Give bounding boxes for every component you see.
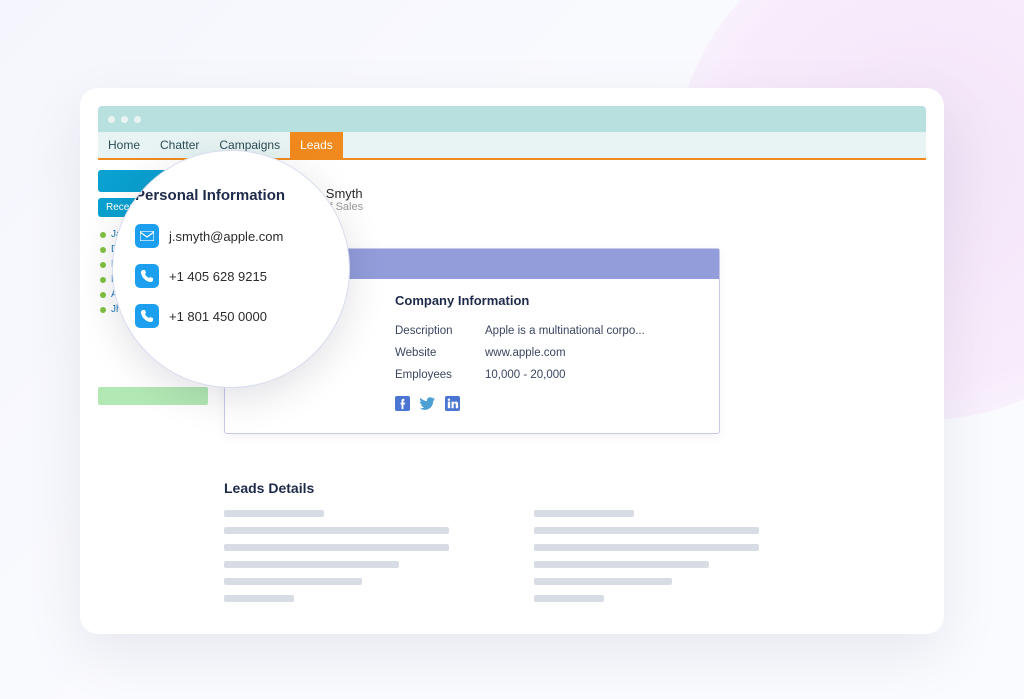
leads-details-section: Leads Details <box>224 480 784 602</box>
leads-details-header: Leads Details <box>224 480 784 496</box>
tab-leads[interactable]: Leads <box>290 132 343 158</box>
placeholder-line <box>224 561 399 568</box>
placeholder-line <box>224 527 449 534</box>
personal-phone-2[interactable]: +1 801 450 0000 <box>169 309 267 324</box>
email-icon <box>135 224 159 248</box>
twitter-icon[interactable] <box>420 396 435 411</box>
company-employees-value: 10,000 - 20,000 <box>485 369 566 381</box>
tab-home[interactable]: Home <box>98 132 150 158</box>
window-titlebar <box>98 106 926 132</box>
company-desc-label: Description <box>395 325 485 337</box>
personal-phone-1[interactable]: +1 405 628 9215 <box>169 269 267 284</box>
linkedin-icon[interactable] <box>445 396 460 411</box>
company-website-label: Website <box>395 347 485 359</box>
traffic-dot <box>121 116 128 123</box>
placeholder-line <box>534 510 634 517</box>
phone-icon <box>135 264 159 288</box>
phone-icon <box>135 304 159 328</box>
sidebar-status-pill <box>98 387 208 405</box>
personal-email[interactable]: j.smyth@apple.com <box>169 229 283 244</box>
placeholder-line <box>534 527 759 534</box>
facebook-icon[interactable] <box>395 396 410 411</box>
company-info-header: Company Information <box>395 293 703 308</box>
company-employees-label: Employees <box>395 369 485 381</box>
traffic-dot <box>108 116 115 123</box>
placeholder-line <box>534 595 604 602</box>
placeholder-line <box>534 561 709 568</box>
company-info: Company Information Description Apple is… <box>395 293 703 411</box>
company-desc-value: Apple is a multinational corpo... <box>485 325 645 337</box>
placeholder-line <box>224 595 294 602</box>
placeholder-line <box>224 578 362 585</box>
traffic-dot <box>134 116 141 123</box>
placeholder-line <box>224 544 449 551</box>
placeholder-line <box>534 578 672 585</box>
magnifier-lens: Personal Information j.smyth@apple.com +… <box>112 150 350 388</box>
placeholder-line <box>224 510 324 517</box>
personal-info-header: Personal Information <box>135 187 327 204</box>
placeholder-line <box>534 544 759 551</box>
company-website-value[interactable]: www.apple.com <box>485 347 566 359</box>
